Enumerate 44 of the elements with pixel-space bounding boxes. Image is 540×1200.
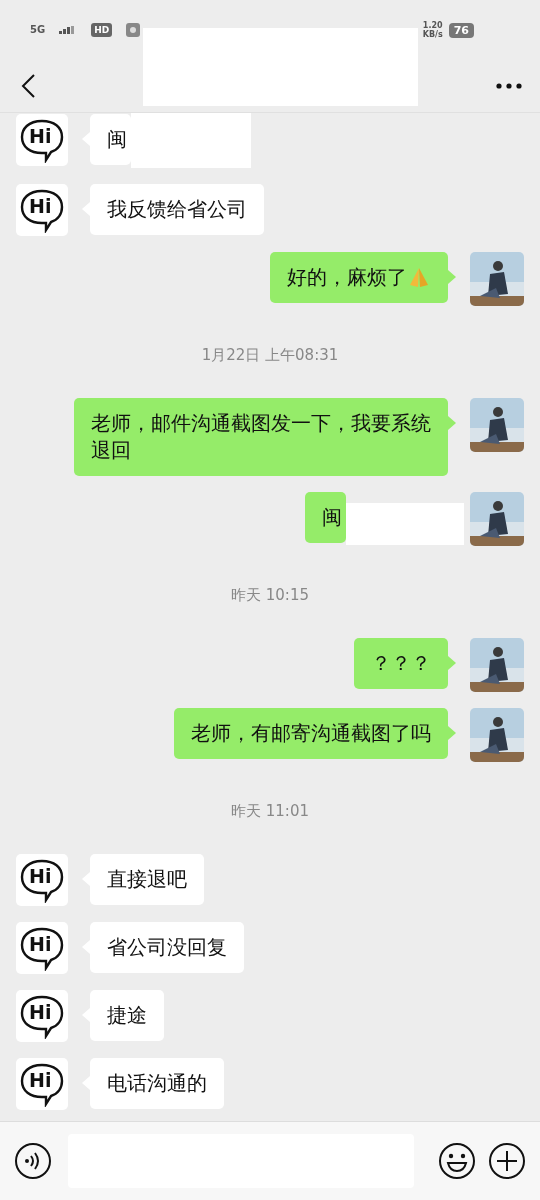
timestamp: 1月22日 上午08:31 — [201, 346, 339, 364]
voice-icon[interactable] — [14, 1142, 52, 1180]
timestamp: 昨天 11:01 — [231, 802, 309, 820]
avatar[interactable]: Hi — [16, 1058, 68, 1110]
timestamp: 昨天 10:15 — [231, 586, 309, 604]
message-bubble: 老师，有邮寄沟通截图了吗 — [174, 708, 448, 759]
speech-bubble-icon — [18, 993, 66, 1039]
message-bubble: 好的，麻烦了 — [270, 252, 448, 303]
app-icon — [126, 23, 141, 37]
avatar-label: Hi — [29, 1001, 52, 1023]
message-bubble: 电话沟通的 — [90, 1058, 224, 1109]
message-bubble: ？？？ — [354, 638, 448, 689]
speech-bubble-icon — [18, 857, 66, 903]
avatar-label: Hi — [29, 933, 52, 955]
avatar[interactable]: Hi — [16, 990, 68, 1042]
message-bubble: 老师，邮件沟通截图发一下，我要系统退回 — [74, 398, 448, 476]
message-bubble: 捷途 — [90, 990, 164, 1041]
message-bubble: 直接退吧 — [90, 854, 204, 905]
speech-bubble-icon — [18, 1061, 66, 1107]
message-bubble: 我反馈给省公司 — [90, 184, 264, 235]
network-label: 5G — [30, 25, 46, 35]
avatar-label: Hi — [29, 865, 52, 887]
message-bubble: 闽 — [90, 114, 131, 165]
speech-bubble-icon — [18, 925, 66, 971]
avatar[interactable]: Hi — [16, 184, 68, 236]
hd-label: HD — [91, 23, 113, 37]
avatar-label: Hi — [29, 195, 52, 217]
folded-hands-icon — [407, 266, 431, 289]
more-icon[interactable] — [496, 83, 522, 89]
avatar-label: Hi — [29, 1069, 52, 1091]
avatar-label: Hi — [29, 125, 52, 147]
avatar[interactable]: Hi — [16, 922, 68, 974]
battery-level: 76 — [448, 22, 474, 38]
message-bubble: 省公司没回复 — [90, 922, 244, 973]
speech-bubble-icon — [18, 187, 66, 233]
back-icon[interactable] — [20, 73, 36, 99]
avatar[interactable]: Hi — [16, 854, 68, 906]
speech-bubble-icon — [18, 117, 66, 163]
message-bubble: 闽 — [305, 492, 346, 543]
speed-value: 1.20 — [422, 21, 443, 30]
speed-unit: KB/s — [422, 30, 443, 39]
smiley-icon[interactable] — [438, 1142, 476, 1180]
avatar[interactable]: Hi — [16, 114, 68, 166]
plus-icon[interactable] — [488, 1142, 526, 1180]
